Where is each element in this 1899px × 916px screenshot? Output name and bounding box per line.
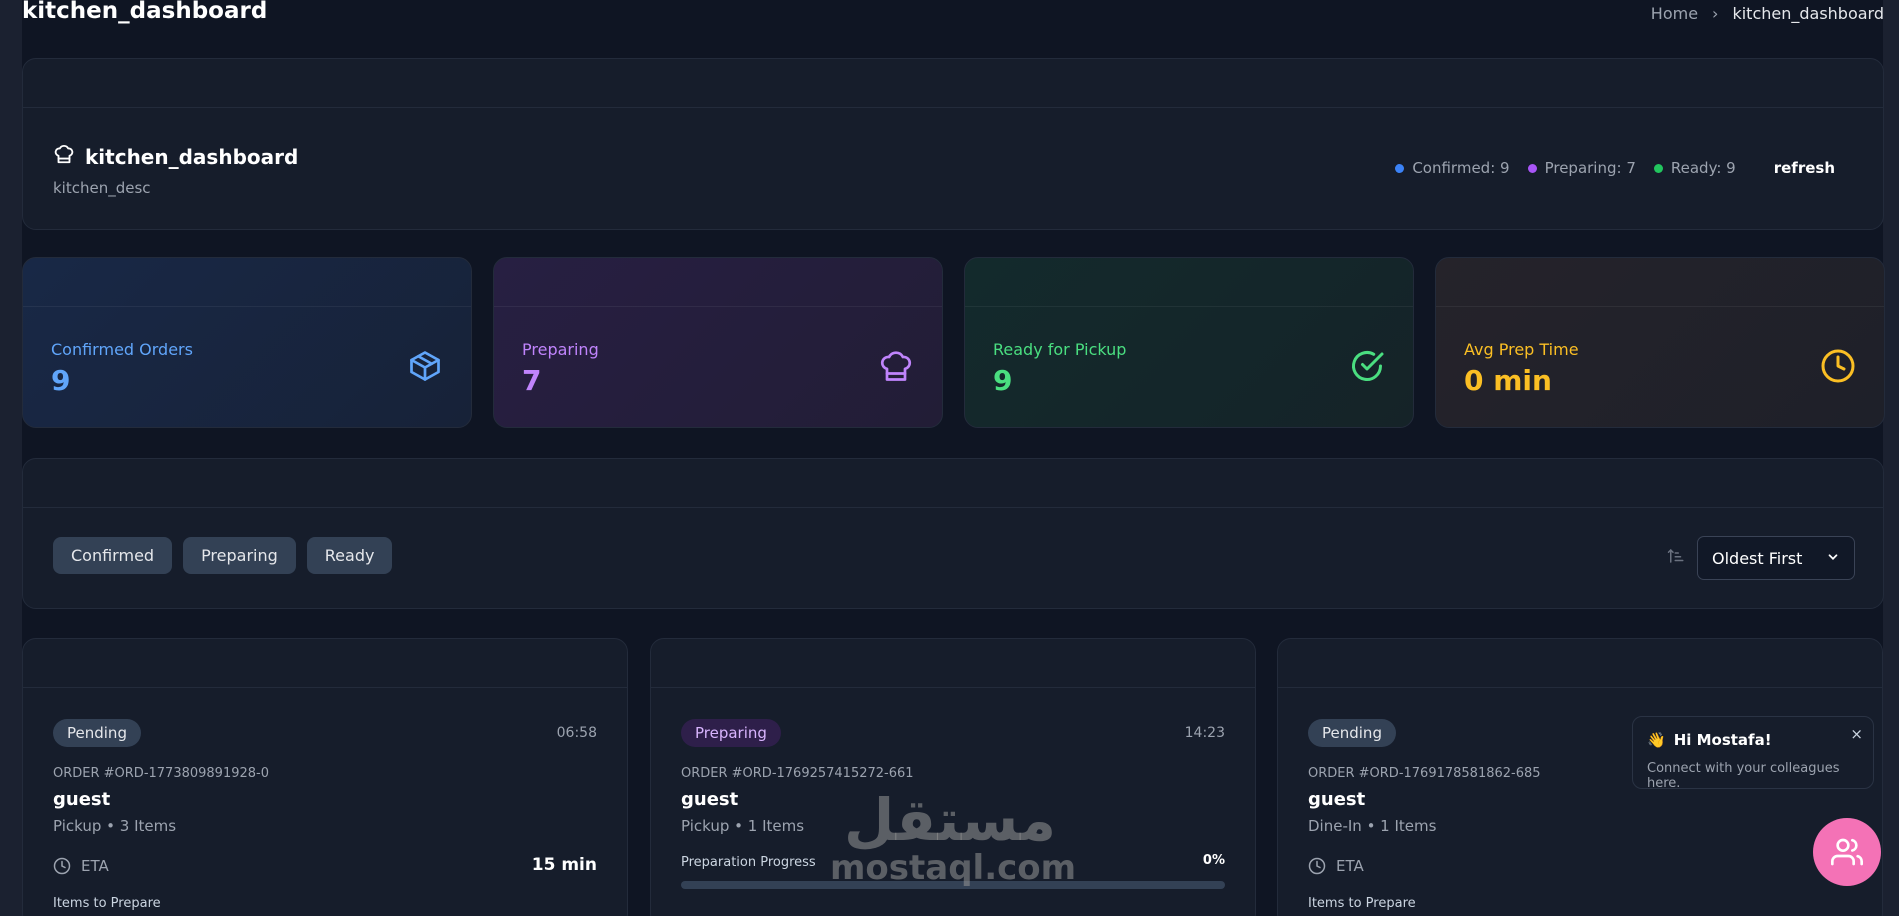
legend-label: Confirmed: 9 [1412, 159, 1510, 177]
eta-value: 15 min [531, 855, 597, 875]
toast-title: 👋 Hi Mostafa! [1647, 731, 1772, 749]
sort-select[interactable]: Oldest First [1697, 536, 1855, 580]
clock-icon [1820, 348, 1856, 388]
eta-label: ETA [81, 857, 109, 875]
order-meta: Dine-In • 1 Items [1308, 817, 1437, 835]
sort-control: Oldest First [1667, 536, 1855, 580]
legend-label: Preparing: 7 [1544, 159, 1636, 177]
divider [23, 507, 1883, 508]
left-edge [0, 0, 22, 916]
tab-ready[interactable]: Ready [306, 537, 393, 574]
stat-card-preparing: Preparing 7 [493, 257, 943, 428]
status-legend: Confirmed: 9 Preparing: 7 Ready: 9 refre… [1395, 159, 1835, 177]
progress-value: 0% [1202, 853, 1225, 868]
customer-name: guest [681, 789, 739, 810]
stat-value: 9 [993, 364, 1013, 397]
stat-value: 0 min [1464, 364, 1552, 397]
stat-card-ready: Ready for Pickup 9 [964, 257, 1414, 428]
breadcrumb-home[interactable]: Home [1651, 4, 1698, 23]
waving-hand-icon: 👋 [1647, 731, 1666, 749]
header-title-text: kitchen_dashboard [85, 144, 299, 169]
order-time: 14:23 [1184, 725, 1225, 741]
greeting-toast: 👋 Hi Mostafa! Connect with your colleagu… [1632, 716, 1874, 791]
sort-selected-value: Oldest First [1712, 548, 1803, 568]
chevron-right-icon: › [1712, 4, 1719, 23]
box-icon [407, 348, 443, 388]
scrollbar[interactable] [1883, 0, 1899, 916]
eta-row: ETA [53, 857, 109, 875]
order-card[interactable]: Pending 06:58 ORDER #ORD-1773809891928-0… [22, 638, 628, 916]
stat-value: 7 [522, 364, 542, 397]
divider [23, 687, 627, 688]
customer-name: guest [1308, 789, 1366, 810]
check-circle-icon [1349, 348, 1385, 388]
stat-label: Avg Prep Time [1464, 340, 1579, 359]
legend-label: Ready: 9 [1670, 159, 1736, 177]
customer-name: guest [53, 789, 111, 810]
colleagues-button[interactable] [1813, 818, 1881, 886]
stat-value: 9 [51, 364, 71, 397]
progress-label: Preparation Progress [681, 855, 816, 870]
status-badge: Pending [53, 719, 141, 747]
divider [1278, 687, 1882, 688]
tab-confirmed[interactable]: Confirmed [53, 537, 173, 574]
stat-card-confirmed: Confirmed Orders 9 [22, 257, 472, 428]
divider [23, 306, 471, 307]
filter-panel: Confirmed Preparing Ready Oldest First [22, 458, 1884, 609]
stat-label: Confirmed Orders [51, 340, 193, 359]
topbar: kitchen_dashboard Home › kitchen_dashboa… [22, 0, 1884, 30]
order-id: ORDER #ORD-1769178581862-685 [1308, 766, 1541, 781]
chef-hat-icon [53, 143, 75, 170]
divider [1436, 306, 1884, 307]
legend-ready: Ready: 9 [1653, 159, 1736, 177]
toast-title-text: Hi Mostafa! [1673, 731, 1772, 749]
sort-ascending-icon [1667, 547, 1685, 569]
order-id: ORDER #ORD-1773809891928-0 [53, 766, 269, 781]
divider [965, 306, 1413, 307]
users-icon [1831, 838, 1863, 866]
divider [494, 306, 942, 307]
chevron-down-icon [1826, 549, 1840, 568]
purple-dot-icon [1527, 163, 1537, 173]
blue-dot-icon [1395, 163, 1405, 173]
clock-icon [1308, 857, 1326, 875]
items-label: Items to Prepare [1308, 896, 1416, 911]
order-meta: Pickup • 1 Items [681, 817, 805, 835]
chef-hat-icon [878, 348, 914, 388]
header-description: kitchen_desc [53, 179, 151, 197]
page-title: kitchen_dashboard [22, 0, 268, 24]
header-panel: kitchen_dashboard kitchen_desc Confirmed… [22, 58, 1884, 230]
breadcrumb-current: kitchen_dashboard [1732, 4, 1884, 23]
status-tabs: Confirmed Preparing Ready [53, 537, 393, 574]
toast-message: Connect with your colleagues here. [1647, 761, 1840, 791]
watermark-arabic: مستقل [843, 786, 1057, 854]
eta-row: ETA [1308, 857, 1364, 875]
legend-preparing: Preparing: 7 [1527, 159, 1636, 177]
tab-preparing[interactable]: Preparing [183, 537, 296, 574]
divider [651, 687, 1255, 688]
close-icon[interactable]: × [1850, 725, 1863, 743]
header-title: kitchen_dashboard [53, 143, 298, 170]
stat-label: Ready for Pickup [993, 340, 1127, 359]
watermark: مستقل mostaql.com [830, 786, 1077, 888]
status-badge: Preparing [681, 719, 781, 747]
breadcrumb: Home › kitchen_dashboard [1651, 4, 1884, 23]
order-id: ORDER #ORD-1769257415272-661 [681, 766, 914, 781]
stat-label: Preparing [522, 340, 599, 359]
green-dot-icon [1653, 163, 1663, 173]
refresh-button[interactable]: refresh [1774, 159, 1835, 177]
status-badge: Pending [1308, 719, 1396, 747]
divider [23, 107, 1883, 108]
eta-label: ETA [1336, 857, 1364, 875]
order-time: 06:58 [556, 725, 597, 741]
items-label: Items to Prepare [53, 896, 161, 911]
watermark-latin: mostaql.com [830, 848, 1077, 888]
legend-confirmed: Confirmed: 9 [1395, 159, 1510, 177]
order-meta: Pickup • 3 Items [53, 817, 177, 835]
clock-icon [53, 857, 71, 875]
stat-card-avg-prep: Avg Prep Time 0 min [1435, 257, 1885, 428]
